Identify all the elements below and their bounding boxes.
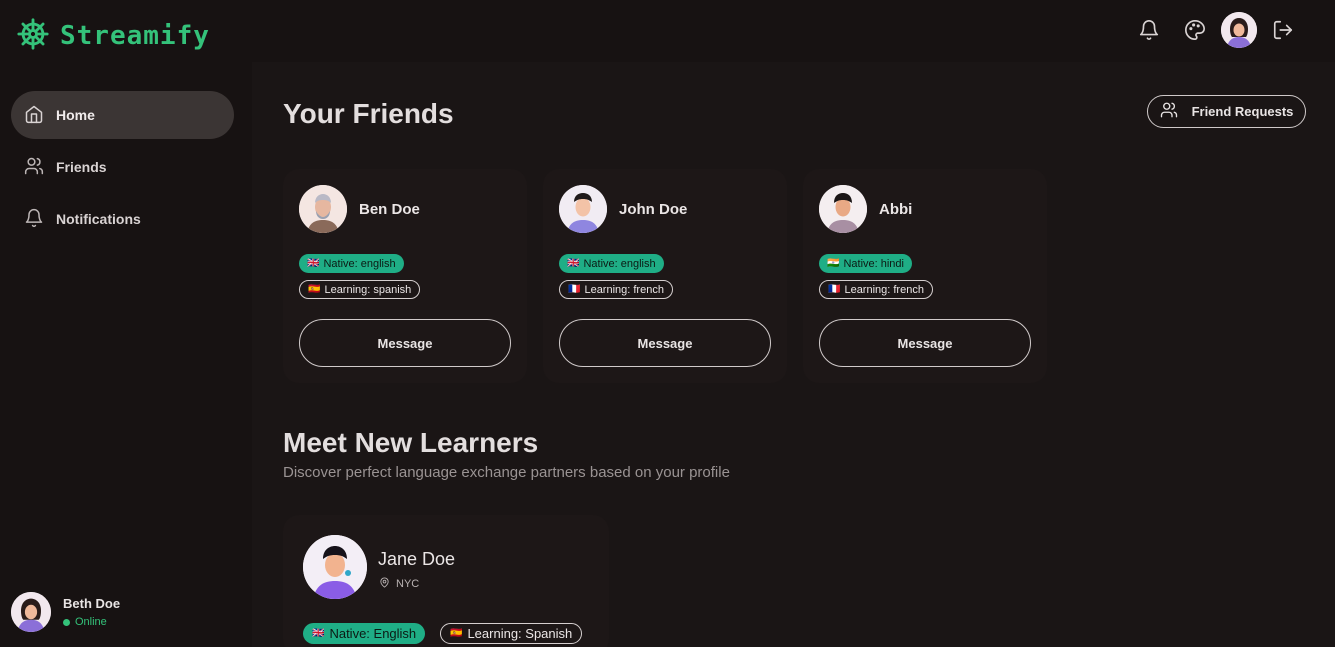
learning-language-text: Learning: Spanish xyxy=(467,626,573,641)
learning-language-text: Learning: spanish xyxy=(324,283,412,296)
friend-name: John Doe xyxy=(619,200,688,218)
native-language-badge: 🇮🇳 Native: hindi xyxy=(819,254,912,273)
native-language-text: Native: English xyxy=(329,626,417,641)
spain-flag-icon: 🇪🇸 xyxy=(308,284,321,295)
top-actions xyxy=(1137,12,1295,48)
spain-flag-icon: 🇪🇸 xyxy=(450,628,463,639)
india-flag-icon: 🇮🇳 xyxy=(827,258,840,269)
status-badge: Online xyxy=(63,616,120,628)
native-language-text: Native: hindi xyxy=(843,257,904,270)
native-language-text: Native: english xyxy=(583,257,656,270)
section-subtitle: Discover perfect language exchange partn… xyxy=(283,464,730,481)
app-name: Streamify xyxy=(60,21,210,51)
learning-language-badge: 🇫🇷 Learning: french xyxy=(819,280,933,299)
sidebar-item-label: Home xyxy=(56,107,95,123)
top-bar: Streamify xyxy=(0,0,1335,62)
native-language-text: Native: english xyxy=(323,257,396,270)
friend-name: Abbi xyxy=(879,200,913,218)
learning-language-text: Learning: french xyxy=(584,283,664,296)
uk-flag-icon: 🇬🇧 xyxy=(567,258,580,269)
sidebar-item-label: Notifications xyxy=(56,211,141,227)
avatar xyxy=(11,592,51,632)
france-flag-icon: 🇫🇷 xyxy=(828,284,841,295)
learning-language-badge: 🇫🇷 Learning: french xyxy=(559,280,673,299)
sidebar-item-notifications[interactable]: Notifications xyxy=(11,195,234,243)
learning-language-badge: 🇪🇸 Learning: Spanish xyxy=(440,623,583,644)
learner-name: Jane Doe xyxy=(378,549,456,569)
avatar[interactable] xyxy=(1221,12,1257,48)
logout-icon[interactable] xyxy=(1271,18,1295,42)
avatar xyxy=(819,185,867,233)
sidebar-item-friends[interactable]: Friends xyxy=(11,143,234,191)
sidebar: Home Friends Notifications Beth Doe Onli… xyxy=(0,62,252,647)
user-name: Beth Doe xyxy=(63,596,121,611)
sidebar-item-label: Friends xyxy=(56,159,107,175)
friend-name: Ben Doe xyxy=(359,200,420,218)
user-status-text: Online xyxy=(75,616,107,628)
online-dot-icon xyxy=(63,618,70,626)
native-language-badge: 🇬🇧 Native: English xyxy=(303,623,426,644)
home-icon xyxy=(24,104,44,127)
users-icon xyxy=(1160,101,1178,122)
friend-requests-button[interactable]: Friend Requests xyxy=(1147,95,1306,128)
native-language-badge: 🇬🇧 Native: english xyxy=(559,254,664,273)
users-icon xyxy=(24,156,44,179)
sidebar-item-home[interactable]: Home xyxy=(11,91,234,139)
learning-language-text: Learning: french xyxy=(844,283,924,296)
bell-icon[interactable] xyxy=(1137,18,1161,42)
learner-card: Jane Doe NYC 🇬🇧 Native: English 🇪🇸 Learn… xyxy=(283,515,609,647)
message-button[interactable]: Message xyxy=(819,319,1031,367)
page-title: Your Friends xyxy=(283,98,454,129)
current-user[interactable]: Beth Doe Online xyxy=(11,592,120,632)
friend-requests-label: Friend Requests xyxy=(1191,104,1294,119)
section-title: Meet New Learners xyxy=(283,427,539,458)
message-button[interactable]: Message xyxy=(559,319,771,367)
ship-wheel-icon xyxy=(16,17,50,56)
learner-location: NYC xyxy=(379,577,419,591)
native-language-badge: 🇬🇧 Native: english xyxy=(299,254,404,273)
friend-card: Ben Doe 🇬🇧 Native: english 🇪🇸 Learning: … xyxy=(283,169,527,383)
uk-flag-icon: 🇬🇧 xyxy=(307,258,320,269)
location-text: NYC xyxy=(396,578,420,590)
message-button[interactable]: Message xyxy=(299,319,511,367)
avatar xyxy=(299,185,347,233)
avatar xyxy=(303,535,367,599)
friend-card: John Doe 🇬🇧 Native: english 🇫🇷 Learning:… xyxy=(543,169,787,383)
brand[interactable]: Streamify xyxy=(16,17,210,56)
learning-language-badge: 🇪🇸 Learning: spanish xyxy=(299,280,421,299)
france-flag-icon: 🇫🇷 xyxy=(568,284,581,295)
friend-card: Abbi 🇮🇳 Native: hindi 🇫🇷 Learning: frenc… xyxy=(803,169,1047,383)
uk-flag-icon: 🇬🇧 xyxy=(312,628,325,639)
map-pin-icon xyxy=(379,577,390,591)
palette-icon[interactable] xyxy=(1183,18,1207,42)
main-content: Your Friends Friend Requests Ben Doe 🇬🇧 … xyxy=(252,62,1335,647)
bell-icon xyxy=(24,208,44,231)
avatar xyxy=(559,185,607,233)
